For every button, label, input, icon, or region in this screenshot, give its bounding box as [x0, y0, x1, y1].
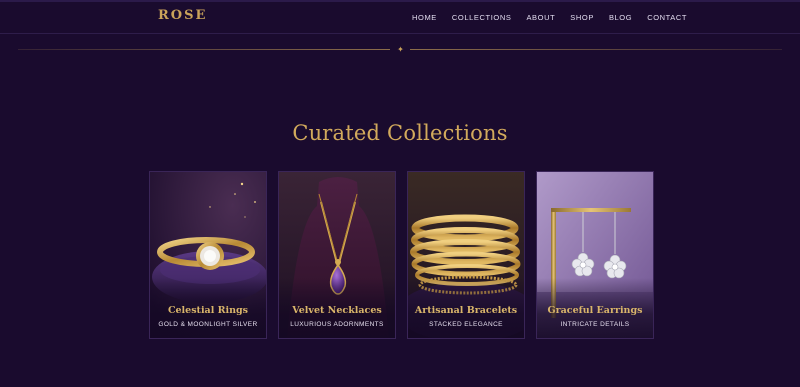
collection-card-bracelets[interactable]: Artisanal Bracelets STACKED ELEGANCE	[407, 171, 525, 339]
card-title: Celestial Rings	[167, 305, 249, 316]
card-subtitle: STACKED ELEGANCE	[429, 321, 503, 328]
nav-about[interactable]: ABOUT	[526, 13, 555, 22]
nav-blog[interactable]: BLOG	[609, 13, 632, 22]
ornament-divider-left	[18, 49, 390, 50]
ornament-divider-right	[410, 49, 782, 50]
section-title: Curated Collections	[292, 121, 508, 145]
nav-contact[interactable]: CONTACT	[647, 13, 687, 22]
nav-shop[interactable]: SHOP	[570, 13, 594, 22]
collection-card-rings[interactable]: Celestial Rings GOLD & MOONLIGHT SILVER	[149, 171, 267, 339]
card-subtitle: LUXURIOUS ADORNMENTS	[290, 321, 384, 328]
card-subtitle: GOLD & MOONLIGHT SILVER	[158, 321, 258, 328]
card-title: Velvet Necklaces	[292, 305, 382, 316]
card-title: Graceful Earrings	[547, 305, 643, 316]
site-header: ROSE HOME COLLECTIONS ABOUT SHOP BLOG CO…	[0, 2, 800, 34]
collection-cards: Celestial Rings GOLD & MOONLIGHT SILVER	[149, 171, 654, 339]
collection-card-necklaces[interactable]: Velvet Necklaces LUXURIOUS ADORNMENTS	[278, 171, 396, 339]
ornament-star-icon: ✦	[397, 45, 404, 54]
nav-collections[interactable]: COLLECTIONS	[452, 13, 512, 22]
logo[interactable]: ROSE	[158, 8, 207, 23]
card-subtitle: INTRICATE DETAILS	[560, 321, 630, 328]
collection-card-earrings[interactable]: Graceful Earrings INTRICATE DETAILS	[536, 171, 654, 339]
nav-home[interactable]: HOME	[412, 13, 437, 22]
card-title: Artisanal Bracelets	[414, 305, 518, 316]
main-nav: HOME COLLECTIONS ABOUT SHOP BLOG CONTACT	[412, 13, 702, 22]
